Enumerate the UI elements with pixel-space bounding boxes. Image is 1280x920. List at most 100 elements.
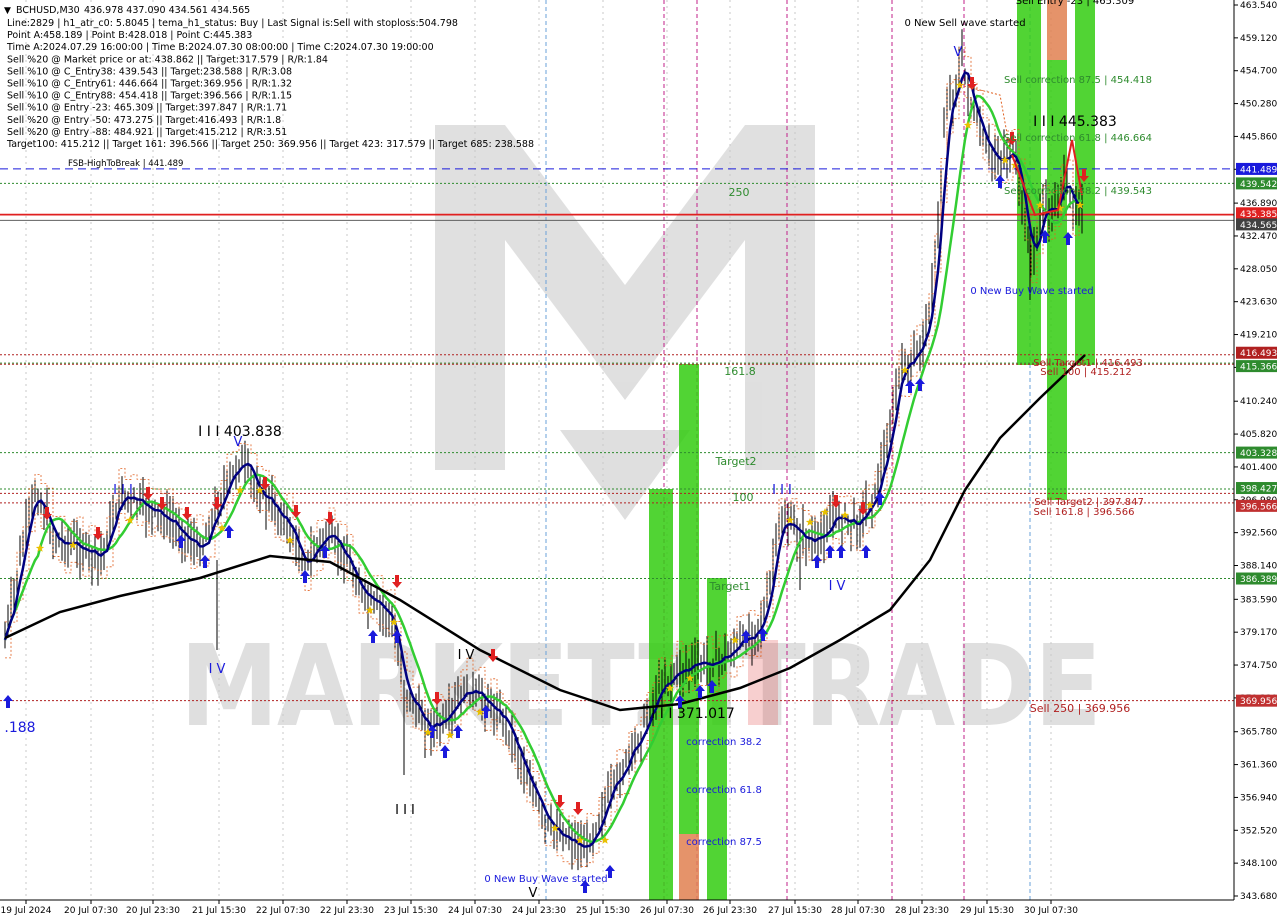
target-zone — [1047, 0, 1067, 60]
time-axis: 19 Jul 2024 20 Jul 07:30 20 Jul 23:30 21 Ju… — [0, 899, 1280, 920]
chart-label: correction 87.5 — [686, 837, 762, 848]
chart-label: Sell 100 | 415.212 — [1040, 367, 1131, 378]
info-line: Point A:458.189 | Point B:428.018 | Poin… — [7, 30, 252, 41]
x-tick-label: 28 Jul 07:30 — [831, 906, 885, 916]
x-tick-label: 19 Jul 2024 — [1, 906, 52, 916]
y-tick-label: 410.240 — [1240, 397, 1277, 407]
y-tick-label: 405.820 — [1240, 430, 1277, 440]
info-line: Sell %10 @ Entry -23: 465.309 || Target:… — [7, 103, 287, 114]
chart-label: I V — [209, 662, 226, 677]
x-tick-label: 22 Jul 23:30 — [320, 906, 374, 916]
chart-label: correction 61.8 — [686, 785, 762, 796]
x-tick-label: 20 Jul 23:30 — [126, 906, 180, 916]
x-tick-label: 20 Jul 07:30 — [64, 906, 118, 916]
x-tick-label: 28 Jul 23:30 — [895, 906, 949, 916]
info-line: Sell %20 @ Entry -88: 484.921 || Target:… — [7, 127, 287, 138]
y-tick-label: 361.360 — [1240, 761, 1277, 771]
y-tick-label: 423.630 — [1240, 298, 1277, 308]
info-line: Line:2829 | h1_atr_c0: 5.8045 | tema_h1_… — [7, 18, 458, 29]
chart-label: Target1 — [708, 580, 750, 593]
y-tick-label: 454.700 — [1240, 67, 1277, 77]
x-tick-label: 25 Jul 15:30 — [576, 906, 630, 916]
price-tag-label: 369.956 — [1240, 697, 1277, 707]
chart-label: V — [234, 435, 243, 450]
chart-label: I I I 445.383 — [1033, 114, 1117, 130]
y-tick-label: 419.210 — [1240, 331, 1277, 341]
target-zone — [679, 364, 699, 834]
chart-label: V — [529, 886, 538, 901]
x-tick-label: 30 Jul 07:30 — [1024, 906, 1078, 916]
y-tick-label: 374.750 — [1240, 661, 1277, 671]
chart-label: Sell correction 38.2 | 439.543 — [1004, 186, 1152, 197]
y-tick-label: 459.120 — [1240, 34, 1277, 44]
chart-label: 0 New Buy Wave started — [484, 874, 607, 885]
x-tick-label: 24 Jul 07:30 — [448, 906, 502, 916]
price-tag-label: 396.566 — [1240, 502, 1277, 512]
info-line: Time A:2024.07.29 16:00:00 | Time B:2024… — [6, 42, 434, 53]
chart-label: 0 New Buy Wave started — [970, 286, 1093, 297]
chart-label: 250 — [729, 186, 750, 199]
chart-label: I I I — [772, 483, 792, 498]
chart-label: correction 38.2 — [686, 737, 762, 748]
info-symbol-icon: ▼ — [4, 6, 11, 16]
info-line: Sell %10 @ C_Entry38: 439.543 || Target:… — [7, 66, 292, 77]
y-tick-label: 379.170 — [1240, 628, 1277, 638]
chart-label: I I I 371.017 — [651, 706, 735, 722]
chart-label: 0 New Sell wave started — [904, 18, 1025, 29]
y-tick-label: 388.140 — [1240, 561, 1277, 571]
watermark-text: MARKETZITRADE — [180, 622, 1100, 752]
y-tick-label: 365.780 — [1240, 728, 1277, 738]
y-tick-label: 428.050 — [1240, 265, 1277, 275]
x-tick-label: 23 Jul 15:30 — [384, 906, 438, 916]
chart-label: I I I — [113, 483, 133, 498]
y-tick-label: 432.470 — [1240, 232, 1277, 242]
chart-label: Target2 — [714, 455, 756, 468]
y-tick-label: 356.940 — [1240, 793, 1277, 803]
price-tag-label: 435.385 — [1240, 210, 1277, 220]
info-ohlc: 436.978 437.090 434.561 434.565 — [84, 5, 250, 16]
info-line: Sell %20 @ Entry -50: 473.275 || Target:… — [7, 115, 281, 126]
y-tick-label: 348.100 — [1240, 859, 1277, 869]
chart-label: I V — [829, 579, 846, 594]
x-tick-label: 24 Jul 23:30 — [512, 906, 566, 916]
info-line: Sell %10 @ C_Entry61: 446.664 || Target:… — [7, 79, 292, 90]
y-tick-label: 352.520 — [1240, 826, 1277, 836]
chart-label: Sell Entry -23 | 465.309 — [1016, 0, 1134, 7]
y-tick-label: 383.590 — [1240, 595, 1277, 605]
chart-label: V — [954, 45, 963, 60]
chart-label: Sell correction 87.5 | 454.418 — [1004, 75, 1152, 86]
price-tag-label: 403.328 — [1240, 449, 1277, 459]
price-tag-label: 441.489 — [1240, 165, 1277, 175]
chart-canvas: MARKETZITRADE FSB-HighToBreak | 441.489 0… — [0, 0, 1280, 920]
y-tick-label: 401.400 — [1240, 463, 1277, 473]
target-zone — [1075, 0, 1095, 365]
chart-label: I I I — [395, 803, 415, 818]
chart-label: .188 — [4, 720, 35, 736]
price-tag-label: 386.389 — [1240, 575, 1277, 585]
price-tag-label: 416.493 — [1240, 349, 1277, 359]
chart-label: FSB-HighToBreak | 441.489 — [68, 159, 183, 169]
x-tick-label: 29 Jul 15:30 — [960, 906, 1014, 916]
price-tag-label: 398.427 — [1240, 485, 1277, 495]
x-tick-label: 27 Jul 15:30 — [768, 906, 822, 916]
x-tick-label: 22 Jul 07:30 — [256, 906, 310, 916]
price-tag-label: 439.542 — [1240, 180, 1277, 190]
info-symbol: BCHUSD,M30 — [16, 5, 80, 16]
chart-label: Sell 250 | 369.956 — [1030, 702, 1131, 715]
chart-label: Sell 161.8 | 396.566 — [1034, 507, 1135, 518]
price-tag-label: 434.565 — [1240, 221, 1277, 231]
x-tick-label: 26 Jul 23:30 — [703, 906, 757, 916]
y-tick-label: 463.540 — [1240, 1, 1277, 11]
y-tick-label: 392.560 — [1240, 529, 1277, 539]
y-tick-label: 450.280 — [1240, 100, 1277, 110]
chart-label: I V — [458, 648, 475, 663]
y-tick-label: 445.860 — [1240, 132, 1277, 142]
info-line: Sell %20 @ Market price or at: 438.862 |… — [7, 54, 328, 65]
info-line: Target100: 415.212 || Target 161: 396.56… — [6, 139, 534, 150]
chart-label: Sell correction 61.8 | 446.664 — [1004, 133, 1152, 144]
price-tag-label: 415.366 — [1240, 363, 1277, 373]
info-line: Sell %10 @ C_Entry88: 454.418 || Target:… — [7, 91, 292, 102]
chart-label: 161.8 — [724, 365, 756, 378]
chart-label: 100 — [733, 491, 754, 504]
x-tick-label: 21 Jul 15:30 — [192, 906, 246, 916]
